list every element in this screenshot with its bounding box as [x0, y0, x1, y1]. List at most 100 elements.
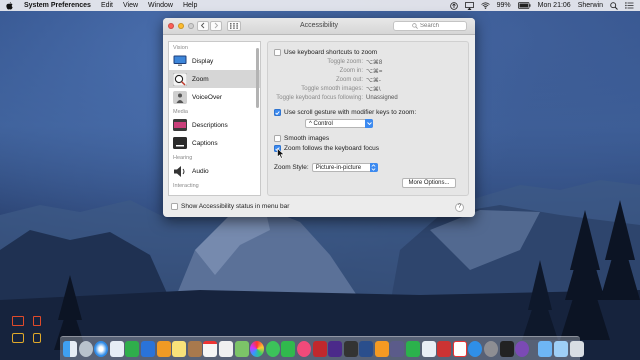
- apple-icon[interactable]: [6, 1, 14, 10]
- laptop-icon[interactable]: [12, 333, 24, 343]
- shortcut-value: ⌥⌘-: [366, 78, 381, 84]
- user-name[interactable]: Sherwin: [578, 2, 603, 9]
- search-icon: [412, 23, 418, 29]
- keyboard-shortcuts-label: Use keyboard shortcuts to zoom: [284, 49, 378, 56]
- safari-icon[interactable]: [94, 340, 109, 357]
- minimize-button[interactable]: [178, 23, 184, 29]
- help-button[interactable]: ?: [455, 203, 464, 212]
- monitor-icon[interactable]: [12, 316, 24, 326]
- grid-icon: [230, 23, 238, 29]
- numbers-icon[interactable]: [125, 340, 140, 357]
- wifi-icon[interactable]: [480, 2, 490, 9]
- notes-icon[interactable]: [172, 340, 187, 357]
- zoom-pane: Use keyboard shortcuts to zoom Toggle zo…: [267, 41, 469, 196]
- shortcut-key: Zoom out:: [335, 77, 363, 83]
- maps-icon[interactable]: [234, 340, 249, 357]
- zoom-style-row: Zoom Style: Picture-in-picture: [274, 163, 378, 172]
- menu-app-name[interactable]: System Preferences: [24, 2, 91, 9]
- scroll-gesture-label: Use scroll gesture with modifier keys to…: [284, 109, 417, 116]
- sidebar-item-audio[interactable]: Audio: [169, 162, 260, 180]
- zoom-style-label: Zoom Style:: [274, 164, 309, 171]
- dictionary-icon[interactable]: [437, 340, 452, 357]
- search-field[interactable]: [393, 21, 467, 31]
- zoom-icon: [173, 72, 187, 86]
- calendar-icon[interactable]: [203, 340, 218, 357]
- ibooks-icon[interactable]: [374, 340, 389, 357]
- downloads-folder-icon[interactable]: [538, 340, 553, 357]
- clock[interactable]: Mon 21:06: [538, 2, 571, 9]
- upload-icon[interactable]: [449, 1, 458, 10]
- menu-help[interactable]: Help: [183, 2, 197, 9]
- terminal-icon[interactable]: [499, 340, 514, 357]
- follow-focus-row[interactable]: Zoom follows the keyboard focus: [274, 145, 379, 152]
- smooth-images-checkbox[interactable]: [274, 135, 281, 142]
- evernote-icon[interactable]: [406, 340, 421, 357]
- keyboard-shortcuts-row[interactable]: Use keyboard shortcuts to zoom: [274, 49, 377, 56]
- sidebar-section-vision: Vision: [173, 45, 188, 51]
- title-bar[interactable]: Accessibility: [163, 18, 475, 35]
- launchpad-icon[interactable]: [78, 340, 93, 357]
- facetime-icon[interactable]: [281, 340, 296, 357]
- zoom-style-select[interactable]: Picture-in-picture: [311, 163, 378, 172]
- forward-button[interactable]: [210, 21, 222, 31]
- reminders-icon[interactable]: [218, 340, 233, 357]
- follow-focus-label: Zoom follows the keyboard focus: [284, 145, 380, 152]
- app-store-icon[interactable]: [468, 340, 483, 357]
- contacts-icon[interactable]: [187, 340, 202, 357]
- more-options-button[interactable]: More Options...: [402, 178, 456, 188]
- menu-window[interactable]: Window: [148, 2, 173, 9]
- status-in-menu-bar-checkbox[interactable]: [171, 203, 178, 210]
- voiceover-icon: [173, 90, 187, 104]
- menu-edit[interactable]: Edit: [101, 2, 113, 9]
- keyboard-shortcuts-checkbox[interactable]: [274, 49, 281, 56]
- search-input[interactable]: [420, 23, 448, 29]
- final-cut-icon[interactable]: [343, 340, 358, 357]
- scroll-gesture-checkbox[interactable]: [274, 109, 281, 116]
- back-button[interactable]: [197, 21, 209, 31]
- keynote-icon[interactable]: [140, 340, 155, 357]
- menu-view[interactable]: View: [123, 2, 138, 9]
- show-all-button[interactable]: [227, 21, 241, 31]
- itunes-icon[interactable]: [296, 340, 311, 357]
- sidebar-item-descriptions[interactable]: Descriptions: [169, 116, 260, 134]
- battery-percent[interactable]: 99%: [497, 2, 511, 9]
- notification-center-icon[interactable]: [625, 2, 634, 9]
- photo-booth-icon[interactable]: [312, 340, 327, 357]
- pages-icon[interactable]: [156, 340, 171, 357]
- battery-icon[interactable]: [517, 2, 531, 9]
- sidebar-item-captions[interactable]: Captions: [169, 134, 260, 152]
- phone-icon[interactable]: [33, 316, 41, 326]
- modifier-key-select[interactable]: ^ Control: [305, 119, 373, 128]
- photos-icon[interactable]: [250, 340, 265, 357]
- zoom-button[interactable]: [188, 23, 194, 29]
- chevron-updown-icon: [369, 163, 378, 172]
- status-in-menu-bar-row[interactable]: Show Accessibility status in menu bar: [171, 203, 289, 210]
- scroll-gesture-row[interactable]: Use scroll gesture with modifier keys to…: [274, 109, 416, 116]
- sidebar-item-label: Captions: [192, 139, 218, 147]
- close-button[interactable]: [168, 23, 174, 29]
- shortcut-key: Zoom in:: [339, 68, 363, 74]
- spotlight-icon[interactable]: [610, 1, 618, 10]
- mail-icon[interactable]: [109, 340, 124, 357]
- finder-icon[interactable]: [63, 340, 77, 357]
- quicktime-icon[interactable]: [359, 340, 374, 357]
- captions-icon: [173, 137, 187, 150]
- messages-icon[interactable]: [265, 340, 280, 357]
- pocket-icon[interactable]: [452, 340, 467, 357]
- smooth-images-row[interactable]: Smooth images: [274, 135, 329, 142]
- textexpander-icon[interactable]: [421, 340, 436, 357]
- sidebar-scrollbar[interactable]: [256, 48, 259, 108]
- sidebar-item-display[interactable]: Display: [169, 52, 260, 70]
- sidebar-item-voiceover[interactable]: VoiceOver: [169, 88, 260, 106]
- accessibility-window: Accessibility Vision Display Zoom VoiceO…: [163, 18, 475, 217]
- watch-icon[interactable]: [33, 333, 41, 343]
- pixelmator-icon[interactable]: [390, 340, 405, 357]
- imovie-icon[interactable]: [328, 340, 343, 357]
- trash-icon[interactable]: [569, 340, 584, 357]
- sidebar: Vision Display Zoom VoiceOver Media Desc…: [168, 41, 261, 196]
- documents-folder-icon[interactable]: [554, 340, 568, 357]
- sidebar-item-zoom[interactable]: Zoom: [169, 70, 260, 88]
- tor-icon[interactable]: [515, 340, 530, 357]
- system-preferences-icon[interactable]: [484, 340, 499, 357]
- airplay-icon[interactable]: [464, 1, 474, 10]
